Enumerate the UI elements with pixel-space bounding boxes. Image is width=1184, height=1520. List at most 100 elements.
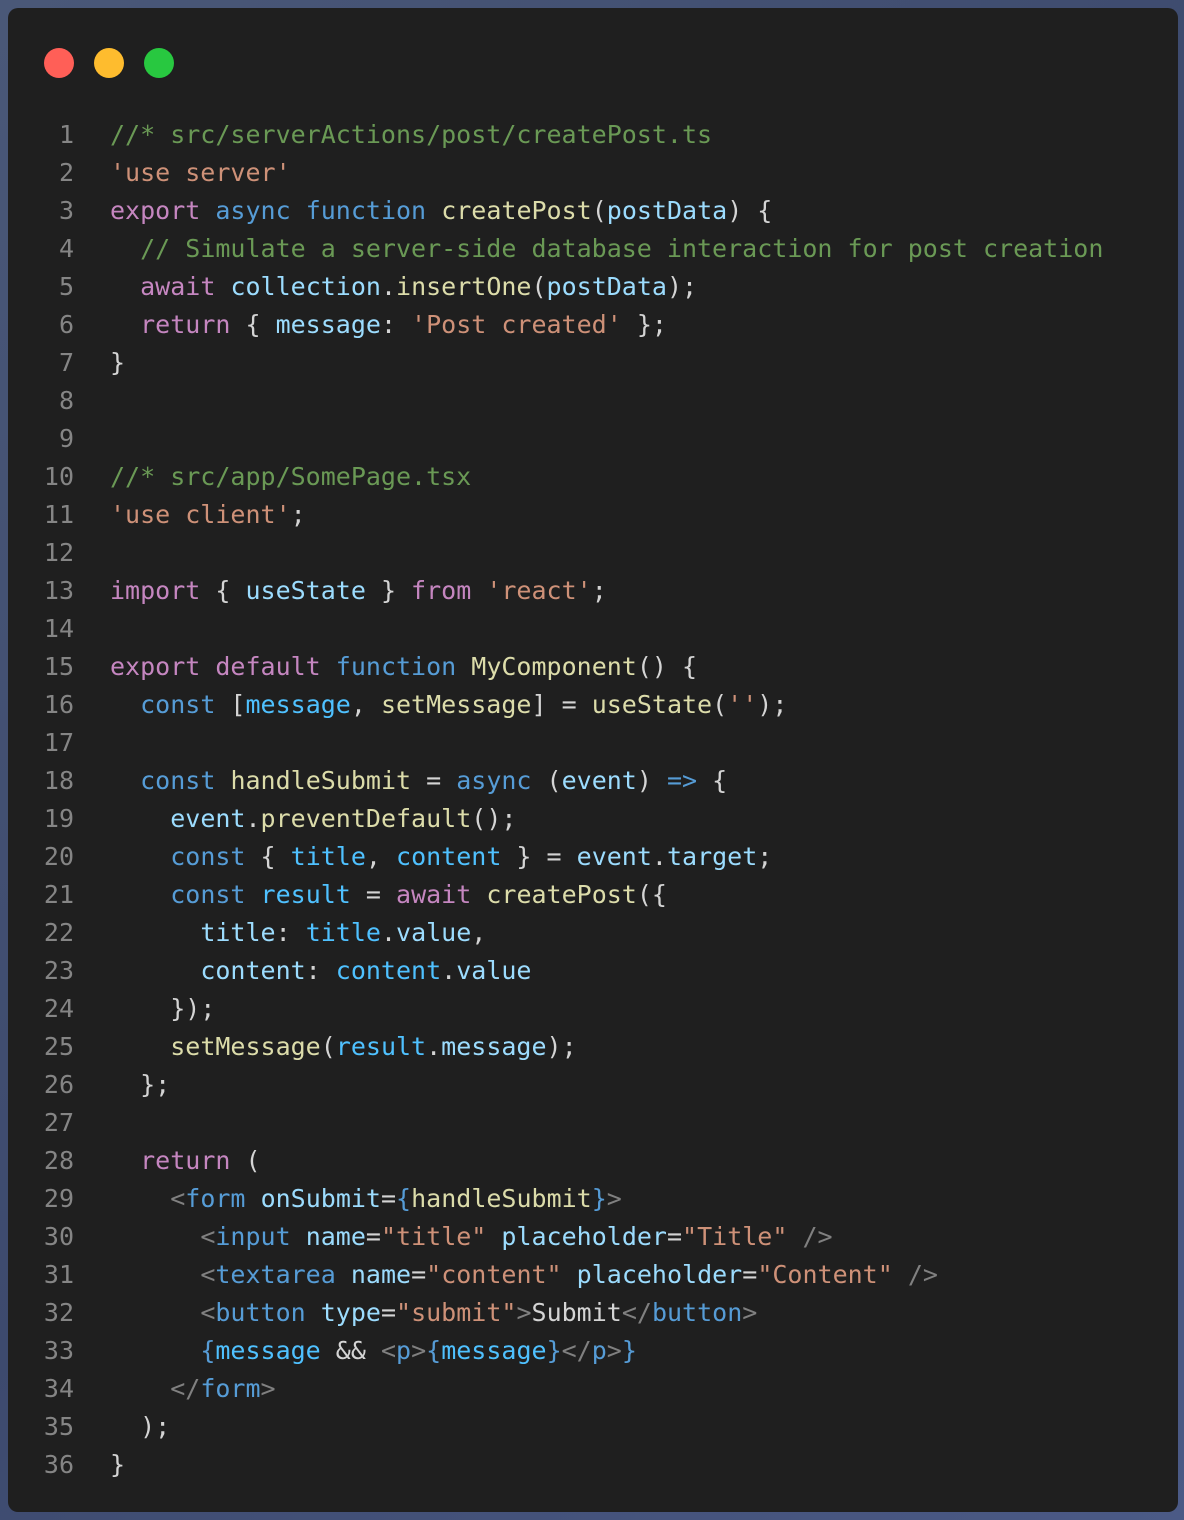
code-token: { [396,1184,412,1213]
code-token: 'use server' [110,158,291,187]
code-token: < [200,1222,216,1251]
code-token: name [305,1222,366,1251]
code-line: 32 <button type="submit">Submit</button> [8,1294,1103,1332]
line-content: <input name="title" placeholder="Title" … [110,1218,832,1256]
code-token: (); [471,804,517,833]
line-number: 17 [43,728,74,757]
line-number: 22 [43,918,74,947]
code-token: p [591,1336,607,1365]
line-content: export default function MyComponent() { [110,648,697,686]
code-token: : [275,918,306,947]
code-token: content [396,842,502,871]
minimize-button[interactable] [94,48,124,78]
code-token: ; [591,576,607,605]
code-line: 17 [8,724,1103,762]
code-line: 24 }); [8,990,1103,1028]
code-token: async [215,196,291,225]
line-number: 29 [43,1184,74,1213]
code-line: 34 </form> [8,1370,1103,1408]
code-token: = [380,1298,397,1327]
line-content: // Simulate a server-side database inter… [110,230,1103,268]
code-token: "title" [380,1222,487,1251]
code-token: }; [110,1070,171,1099]
code-token: . [245,804,261,833]
line-number: 5 [58,272,74,301]
maximize-button[interactable] [144,48,174,78]
code-token: ) { [727,196,773,225]
code-token: target [666,842,758,871]
line-content: const { title, content } = event.target; [110,838,772,876]
code-token: </ [621,1298,652,1327]
code-token: ( [230,1146,261,1175]
code-line: 5 await collection.insertOne(postData); [8,268,1103,306]
line-content: <form onSubmit={handleSubmit}> [110,1180,622,1218]
code-token: export [110,196,201,225]
code-line: 26 }; [8,1066,1103,1104]
code-token: ( [712,690,728,719]
code-token: //* src/serverActions/post/createPost.ts [110,120,713,149]
code-token: message [441,1336,547,1365]
line-number: 12 [43,538,74,567]
line-number: 6 [58,310,74,339]
code-token: result [335,1032,427,1061]
code-token: . [651,842,667,871]
code-token: p [396,1336,412,1365]
code-token: ( [531,766,562,795]
code-token: . [380,272,397,301]
close-button[interactable] [44,48,74,78]
code-token: ( [531,272,547,301]
line-number: 34 [43,1374,74,1403]
line-number: 33 [43,1336,74,1365]
code-token: { [426,1336,442,1365]
code-token: ); [110,1412,171,1441]
line-content: ); [110,1408,170,1446]
code-line: 31 <textarea name="content" placeholder=… [8,1256,1103,1294]
code-token: = [411,1260,427,1289]
line-number: 8 [58,386,74,415]
code-line: 8 [8,382,1103,420]
line-number: 30 [43,1222,74,1251]
code-token: ] = [531,690,592,719]
code-token: function [335,652,457,681]
code-token: = [380,1184,397,1213]
code-token: MyComponent [471,652,637,681]
code-token: { [230,310,276,339]
code-token: useState [591,690,713,719]
code-token: } [591,1184,607,1213]
code-token: ); [546,1032,577,1061]
code-token: ( [320,1032,336,1061]
code-token: : [305,956,336,985]
line-content: {message && <p>{message}</p>} [110,1332,637,1370]
code-token: { [697,766,728,795]
code-token: ; [290,500,306,529]
line-number: 10 [43,462,74,491]
code-token: = [666,1222,683,1251]
code-block: 1 //* src/serverActions/post/createPost.t… [8,116,1104,1484]
code-line: 6 return { message: 'Post created' }; [8,306,1103,344]
code-token: async [456,766,532,795]
code-token: return [140,310,231,339]
line-content: import { useState } from 'react'; [110,572,607,610]
code-token: } [621,1336,637,1365]
line-content: return ( [110,1142,261,1180]
code-token: </ [170,1374,201,1403]
code-line: 2 'use server' [8,154,1103,192]
line-number: 9 [58,424,74,453]
line-number: 19 [43,804,74,833]
code-token: { [200,1336,216,1365]
line-content: } [110,344,125,382]
